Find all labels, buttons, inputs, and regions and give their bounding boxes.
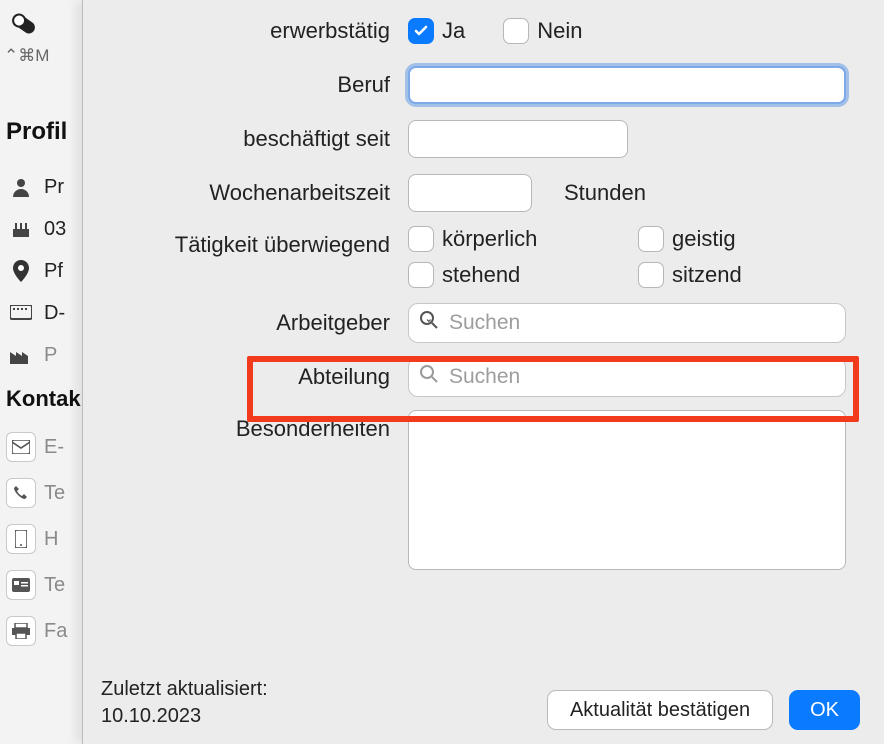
sidebar-row-keyboard[interactable]: D- [6, 298, 65, 328]
section-contact-title: Kontak [6, 386, 81, 412]
pill-icon [6, 6, 42, 42]
sidebar-row-person[interactable]: Pr [6, 172, 64, 202]
shortcut-label: ⌃⌘M [4, 46, 49, 66]
employed-yes-label: Ja [442, 18, 465, 44]
sidebar-row-phone[interactable]: Te [6, 478, 65, 508]
row-employed-since: beschäftigt seit [108, 118, 859, 160]
employed-no-option[interactable]: Nein [503, 18, 600, 44]
activity-sitting-label: sitzend [672, 262, 742, 288]
sidebar-row-factory[interactable]: P [6, 340, 57, 370]
sidebar-label: Fa [44, 620, 67, 643]
ok-button[interactable]: OK [789, 690, 860, 730]
sidebar-label: 03 [44, 218, 66, 241]
row-notes: Besonderheiten [108, 410, 859, 570]
sidebar-row-card[interactable]: Te [6, 570, 65, 600]
cake-icon [6, 214, 36, 244]
person-icon [6, 172, 36, 202]
sidebar-label: E- [44, 436, 64, 459]
notes-textarea[interactable] [408, 410, 846, 570]
activity-standing-option[interactable]: stehend [408, 262, 638, 288]
printer-icon [6, 616, 36, 646]
hours-unit-label: Stunden [564, 180, 646, 206]
sidebar-row-mobile[interactable]: H [6, 524, 58, 554]
background-panel: ⌃⌘M Profil Pr 03 Pf D- P Kontak E [0, 0, 90, 744]
row-profession: Beruf [108, 64, 859, 106]
last-updated-date: 10.10.2023 [101, 705, 201, 727]
sidebar-label: H [44, 528, 58, 551]
activity-mental-label: geistig [672, 226, 736, 252]
checkbox-employed-yes[interactable] [408, 18, 434, 44]
confirm-currency-button[interactable]: Aktualität bestätigen [547, 690, 773, 730]
weekly-hours-input[interactable] [408, 174, 532, 212]
checkbox-physical[interactable] [408, 226, 434, 252]
label-notes: Besonderheiten [108, 410, 408, 442]
last-updated: Zuletzt aktualisiert: 10.10.2023 [101, 676, 268, 730]
department-search-input[interactable] [449, 365, 845, 389]
checkbox-sitting[interactable] [638, 262, 664, 288]
activity-sitting-option[interactable]: sitzend [638, 262, 848, 288]
checkbox-mental[interactable] [638, 226, 664, 252]
row-employer: Arbeitgeber [108, 302, 859, 344]
employed-since-input[interactable] [408, 120, 628, 158]
dialog-footer: Zuletzt aktualisiert: 10.10.2023 Aktuali… [101, 676, 860, 730]
last-updated-label: Zuletzt aktualisiert: [101, 678, 268, 700]
mobile-icon [6, 524, 36, 554]
employed-yes-option[interactable]: Ja [408, 18, 483, 44]
sidebar-label: Pf [44, 260, 63, 283]
checkbox-employed-no[interactable] [503, 18, 529, 44]
card-icon [6, 570, 36, 600]
keyboard-icon [6, 298, 36, 328]
sidebar-row-fax[interactable]: Fa [6, 616, 67, 646]
employer-search-input[interactable] [449, 311, 845, 335]
employer-search[interactable] [408, 303, 846, 343]
row-department: Abteilung [108, 356, 859, 398]
row-employed: erwerbstätig Ja Nein [108, 10, 859, 52]
factory-icon [6, 340, 36, 370]
label-employer: Arbeitgeber [108, 310, 408, 336]
label-activity: Tätigkeit überwiegend [108, 226, 408, 258]
sidebar-row-email[interactable]: E- [6, 432, 64, 462]
sidebar-label: P [44, 344, 57, 367]
phone-icon [6, 478, 36, 508]
sidebar-label: D- [44, 302, 65, 325]
employed-no-label: Nein [537, 18, 582, 44]
activity-standing-label: stehend [442, 262, 520, 288]
label-weekly-hours: Wochenarbeitszeit [108, 180, 408, 206]
label-profession: Beruf [108, 72, 408, 98]
sidebar-label: Te [44, 482, 65, 505]
row-weekly-hours: Wochenarbeitszeit Stunden [108, 172, 859, 214]
sidebar-row-date[interactable]: 03 [6, 214, 66, 244]
mail-icon [6, 432, 36, 462]
department-search[interactable] [408, 357, 846, 397]
label-department: Abteilung [108, 364, 408, 390]
search-icon [419, 310, 439, 336]
activity-physical-option[interactable]: körperlich [408, 226, 638, 252]
sidebar-label: Te [44, 574, 65, 597]
employment-dialog: erwerbstätig Ja Nein Beruf [82, 0, 884, 744]
profession-input[interactable] [408, 66, 846, 104]
search-icon [419, 364, 439, 390]
label-employed: erwerbstätig [108, 18, 408, 44]
section-profile-title: Profil [6, 118, 67, 146]
activity-mental-option[interactable]: geistig [638, 226, 848, 252]
checkbox-standing[interactable] [408, 262, 434, 288]
label-employed-since: beschäftigt seit [108, 126, 408, 152]
row-activity: Tätigkeit überwiegend körperlich geistig… [108, 226, 859, 288]
sidebar-row-location[interactable]: Pf [6, 256, 63, 286]
activity-physical-label: körperlich [442, 226, 537, 252]
sidebar-label: Pr [44, 176, 64, 199]
pin-icon [6, 256, 36, 286]
